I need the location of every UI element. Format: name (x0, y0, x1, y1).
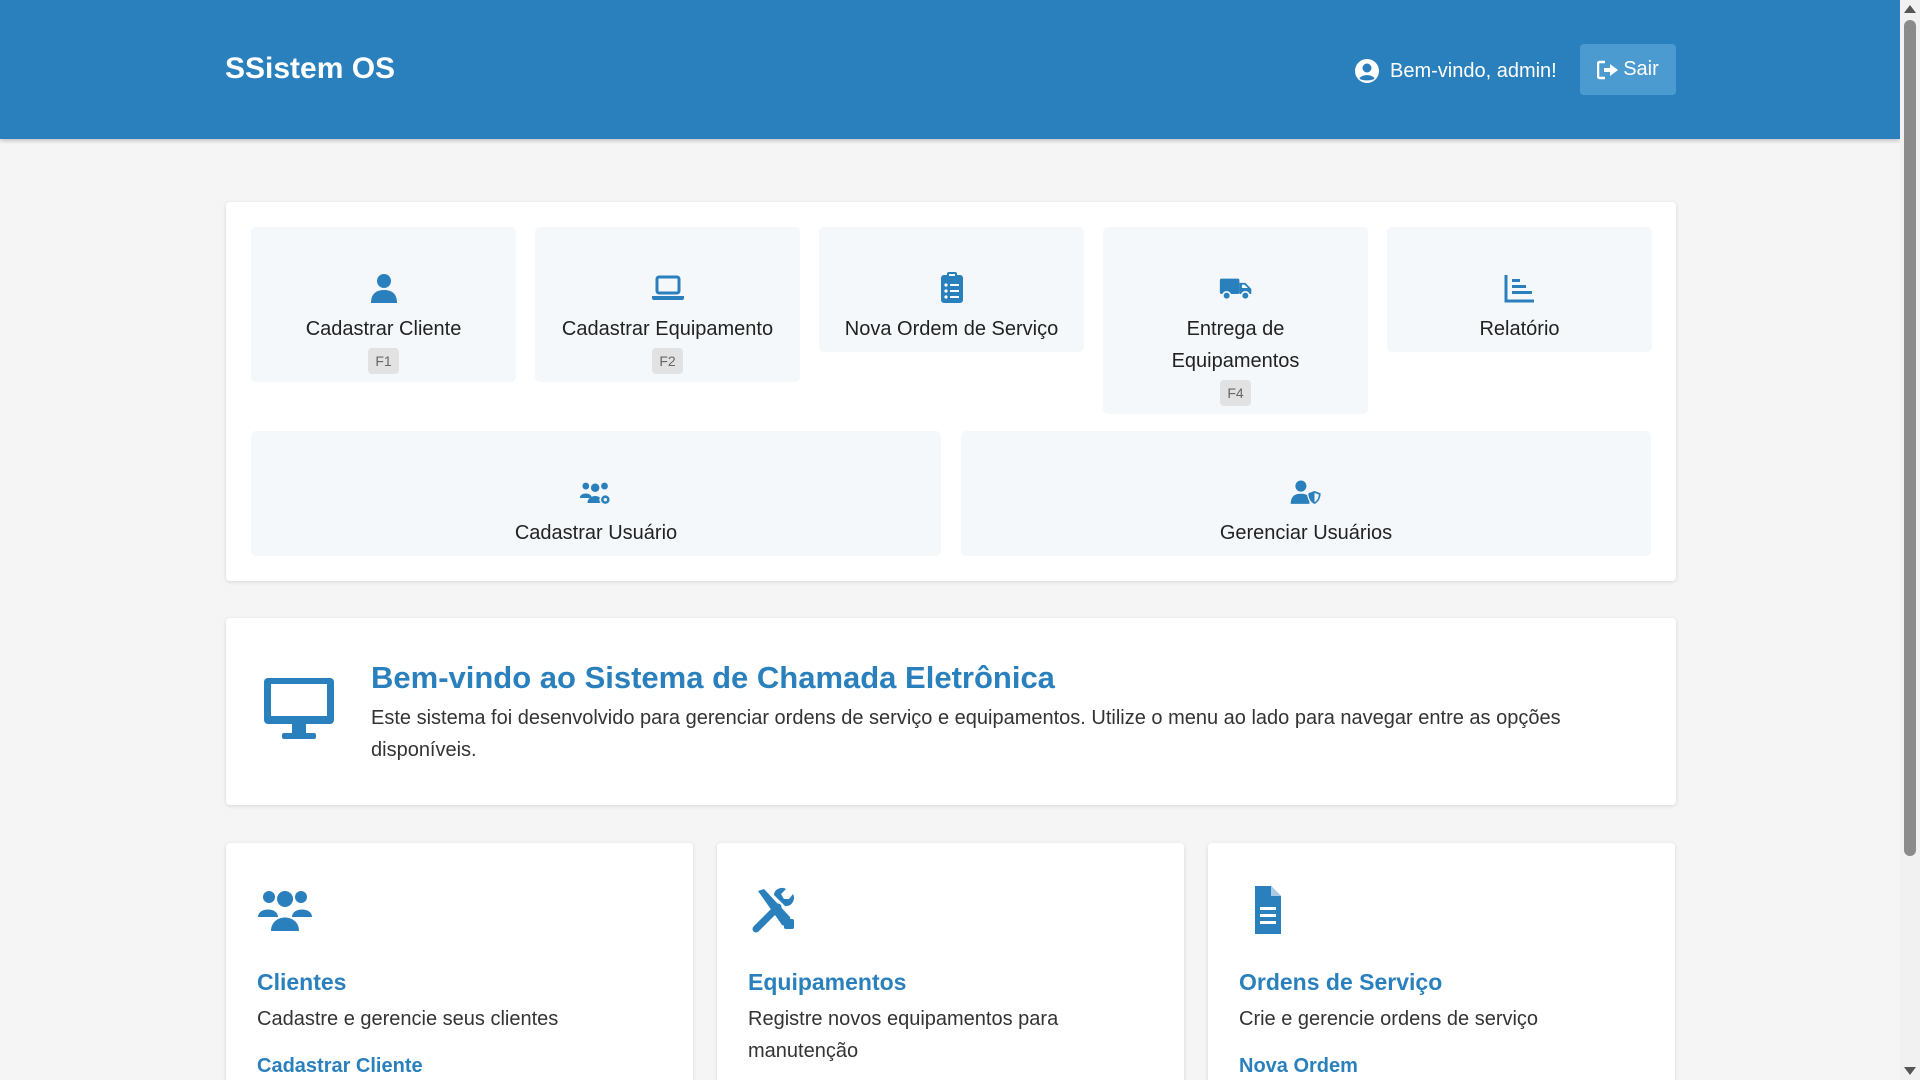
tile-cadastrar-equipamento[interactable]: Cadastrar Equipamento F2 (535, 227, 800, 382)
feature-card-ordens: Ordens de Serviço Crie e gerencie ordens… (1208, 843, 1675, 1080)
vertical-scrollbar[interactable] (1900, 0, 1920, 1080)
welcome-title: Bem-vindo ao Sistema de Chamada Eletrôni… (371, 660, 1055, 695)
brand-logo[interactable]: SSistem OS (225, 52, 395, 86)
user-greeting: Bem-vindo, admin! (1354, 56, 1557, 86)
tile-label: Cadastrar Cliente (305, 318, 462, 340)
tile-label: Nova Ordem de Serviço (844, 318, 1059, 340)
tile-label: Cadastrar Equipamento (561, 318, 774, 340)
shortcut-badge: F1 (368, 348, 399, 374)
laptop-icon (651, 275, 684, 300)
feature-title: Ordens de Serviço (1239, 969, 1443, 995)
cadastrar-cliente-link[interactable]: Cadastrar Cliente (257, 1055, 423, 1078)
feature-card-clientes: Clientes Cadastre e gerencie seus client… (226, 843, 693, 1080)
tools-icon (752, 887, 795, 933)
welcome-card: Bem-vindo ao Sistema de Chamada Eletrôni… (226, 618, 1676, 805)
tile-label: Cadastrar Usuário (514, 522, 678, 544)
desktop-icon (264, 678, 334, 739)
shortcut-badge: F4 (1220, 380, 1251, 406)
sign-out-icon (1597, 60, 1619, 79)
file-icon (1255, 886, 1281, 934)
tile-label: Entrega de Equipamentos (1171, 318, 1300, 372)
scroll-up-arrow-icon[interactable] (1904, 5, 1916, 13)
tile-label: Relatório (1479, 318, 1560, 340)
feature-description: Cadastre e gerencie seus clientes (257, 1008, 559, 1030)
quick-actions-panel: Cadastrar Cliente F1 Cadastrar Equipamen… (226, 202, 1676, 581)
logout-button[interactable]: Sair (1580, 44, 1676, 95)
tile-cadastrar-cliente[interactable]: Cadastrar Cliente F1 (251, 227, 516, 382)
tile-entrega-equipamentos[interactable]: Entrega de Equipamentos F4 (1103, 227, 1368, 414)
feature-title: Clientes (257, 969, 347, 995)
top-navbar: SSistem OS Bem-vindo, admin! Sair (0, 0, 1900, 139)
user-circle-icon (1355, 59, 1379, 83)
welcome-user-text: Bem-vindo, admin! (1390, 59, 1557, 82)
welcome-description: Este sistema foi desenvolvido para geren… (371, 707, 1561, 761)
feature-card-equipamentos: Equipamentos Registre novos equipamentos… (717, 843, 1184, 1080)
truck-icon (1219, 278, 1251, 301)
nova-ordem-link[interactable]: Nova Ordem (1239, 1055, 1358, 1078)
shortcut-badge: F2 (652, 348, 683, 374)
user-icon (370, 274, 397, 303)
feature-description: Registre novos equipamentos para manuten… (748, 1008, 1059, 1062)
tile-gerenciar-usuarios[interactable]: Gerenciar Usuários (961, 431, 1651, 556)
tile-relatorio[interactable]: Relatório (1387, 227, 1652, 352)
users-icon (258, 891, 312, 931)
user-shield-icon (1290, 480, 1322, 506)
users-gear-icon (579, 482, 612, 506)
logout-label: Sair (1623, 58, 1659, 80)
tile-label: Gerenciar Usuários (1219, 522, 1393, 544)
feature-title: Equipamentos (748, 969, 907, 995)
scroll-down-arrow-icon[interactable] (1904, 1067, 1916, 1075)
tile-cadastrar-usuario[interactable]: Cadastrar Usuário (251, 431, 941, 556)
tile-nova-ordem-servico[interactable]: Nova Ordem de Serviço (819, 227, 1084, 352)
scrollbar-thumb[interactable] (1904, 20, 1916, 856)
feature-description: Crie e gerencie ordens de serviço (1239, 1008, 1539, 1030)
chart-icon (1504, 275, 1534, 303)
clipboard-list-icon (940, 272, 963, 303)
